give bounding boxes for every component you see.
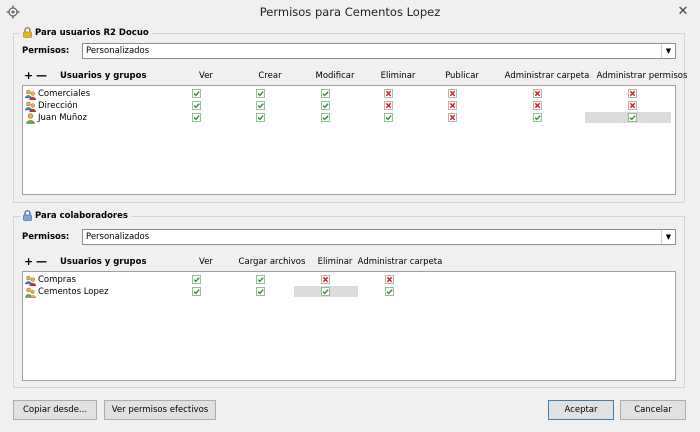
cross-icon[interactable] bbox=[533, 89, 542, 98]
users-groups-header: Usuarios y grupos bbox=[60, 257, 147, 267]
check-icon[interactable] bbox=[321, 287, 330, 296]
group-icon bbox=[25, 101, 36, 112]
check-icon[interactable] bbox=[192, 89, 201, 98]
accept-button[interactable]: Aceptar bbox=[548, 400, 614, 420]
collab-permissions-select[interactable]: Personalizados ▼ bbox=[82, 229, 676, 245]
r2-table-header: + — Usuarios y grupos Ver Crear Modifica… bbox=[22, 69, 687, 83]
cross-icon[interactable] bbox=[533, 101, 542, 110]
check-icon[interactable] bbox=[321, 89, 330, 98]
collaborators-group: Para colaboradores Permisos: Personaliza… bbox=[13, 210, 685, 388]
table-row[interactable]: Compras bbox=[23, 274, 675, 286]
cross-icon[interactable] bbox=[628, 101, 637, 110]
user-icon bbox=[26, 112, 35, 124]
row-name: Comerciales bbox=[25, 88, 90, 100]
r2-permissions-label: Permisos: bbox=[22, 46, 70, 56]
col-ver: Ver bbox=[199, 257, 213, 267]
row-name-label: Comerciales bbox=[38, 89, 91, 99]
cross-icon[interactable] bbox=[448, 113, 457, 122]
chevron-down-icon[interactable]: ▼ bbox=[661, 44, 675, 58]
lock-icon bbox=[23, 27, 32, 38]
add-user-button[interactable]: + bbox=[24, 69, 33, 83]
collab-permissions-row: Permisos: bbox=[22, 229, 80, 245]
cross-icon[interactable] bbox=[384, 89, 393, 98]
collaborators-group-title: Para colaboradores bbox=[20, 210, 131, 221]
r2-users-group: Para usuarios R2 Docuo Permisos: Persona… bbox=[13, 27, 687, 203]
row-name: Compras bbox=[25, 274, 76, 286]
row-name-label: Cementos Lopez bbox=[38, 287, 109, 297]
check-icon[interactable] bbox=[384, 113, 393, 122]
col-crear: Crear bbox=[258, 71, 282, 81]
chevron-down-icon[interactable]: ▼ bbox=[661, 230, 675, 244]
col-cargar-archivos: Cargar archivos bbox=[238, 257, 306, 267]
collab-table-header: + — Usuarios y grupos Ver Cargar archivo… bbox=[22, 255, 682, 269]
group-icon bbox=[25, 275, 36, 286]
cross-icon[interactable] bbox=[385, 275, 394, 284]
table-row[interactable]: Dirección bbox=[23, 100, 675, 112]
row-name: Juan Muñoz bbox=[25, 112, 87, 124]
table-row[interactable]: Juan Muñoz bbox=[23, 112, 675, 124]
row-name-label: Dirección bbox=[38, 101, 78, 111]
cross-icon[interactable] bbox=[321, 275, 330, 284]
row-name: Cementos Lopez bbox=[25, 286, 109, 298]
check-icon[interactable] bbox=[192, 113, 201, 122]
col-publicar: Publicar bbox=[445, 71, 479, 81]
user-group-icon bbox=[25, 287, 36, 298]
title-bar: Permisos para Cementos Lopez ✕ bbox=[0, 0, 700, 25]
r2-users-list[interactable]: Comerciales Dirección Juan Muñoz bbox=[22, 85, 676, 195]
check-icon[interactable] bbox=[256, 287, 265, 296]
col-ver: Ver bbox=[199, 71, 213, 81]
check-icon[interactable] bbox=[256, 101, 265, 110]
cancel-button[interactable]: Cancelar bbox=[620, 400, 686, 420]
col-administrar-carpeta: Administrar carpeta bbox=[357, 257, 443, 267]
check-icon[interactable] bbox=[321, 101, 330, 110]
row-name-label: Compras bbox=[38, 275, 76, 285]
check-icon[interactable] bbox=[192, 287, 201, 296]
check-icon[interactable] bbox=[192, 275, 201, 284]
row-name: Dirección bbox=[25, 100, 78, 112]
col-administrar-permisos: Administrar permisos bbox=[596, 71, 688, 81]
r2-users-group-title: Para usuarios R2 Docuo bbox=[20, 27, 152, 38]
window-title: Permisos para Cementos Lopez bbox=[259, 5, 441, 19]
col-administrar-carpeta: Administrar carpeta bbox=[504, 71, 590, 81]
check-icon[interactable] bbox=[256, 275, 265, 284]
cross-icon[interactable] bbox=[448, 101, 457, 110]
r2-permissions-select[interactable]: Personalizados ▼ bbox=[82, 43, 676, 59]
collaborators-group-label: Para colaboradores bbox=[35, 210, 128, 221]
check-icon[interactable] bbox=[256, 113, 265, 122]
remove-user-button[interactable]: — bbox=[36, 69, 47, 83]
check-icon[interactable] bbox=[628, 113, 637, 122]
r2-permissions-row: Permisos: bbox=[22, 43, 80, 59]
table-row[interactable]: Cementos Lopez bbox=[23, 286, 675, 298]
row-name-label: Juan Muñoz bbox=[38, 113, 87, 123]
effective-permissions-button[interactable]: Ver permisos efectivos bbox=[104, 400, 216, 420]
lock-icon bbox=[23, 210, 32, 221]
collab-permissions-value: Personalizados bbox=[86, 232, 150, 242]
r2-users-group-label: Para usuarios R2 Docuo bbox=[35, 27, 149, 38]
col-modificar: Modificar bbox=[315, 71, 355, 81]
collaborators-list[interactable]: Compras Cementos Lopez bbox=[22, 271, 676, 381]
close-icon[interactable]: ✕ bbox=[672, 2, 694, 22]
check-icon[interactable] bbox=[321, 113, 330, 122]
r2-permissions-value: Personalizados bbox=[86, 46, 150, 56]
cross-icon[interactable] bbox=[628, 89, 637, 98]
cross-icon[interactable] bbox=[384, 101, 393, 110]
col-eliminar: Eliminar bbox=[380, 71, 416, 81]
check-icon[interactable] bbox=[256, 89, 265, 98]
copy-from-button[interactable]: Copiar desde... bbox=[13, 400, 97, 420]
check-icon[interactable] bbox=[533, 113, 542, 122]
add-collaborator-button[interactable]: + bbox=[24, 255, 33, 269]
cross-icon[interactable] bbox=[448, 89, 457, 98]
collab-permissions-label: Permisos: bbox=[22, 232, 70, 242]
remove-collaborator-button[interactable]: — bbox=[36, 255, 47, 269]
check-icon[interactable] bbox=[192, 101, 201, 110]
check-icon[interactable] bbox=[385, 287, 394, 296]
table-row[interactable]: Comerciales bbox=[23, 88, 675, 100]
users-groups-header: Usuarios y grupos bbox=[60, 71, 147, 81]
group-icon bbox=[25, 89, 36, 100]
